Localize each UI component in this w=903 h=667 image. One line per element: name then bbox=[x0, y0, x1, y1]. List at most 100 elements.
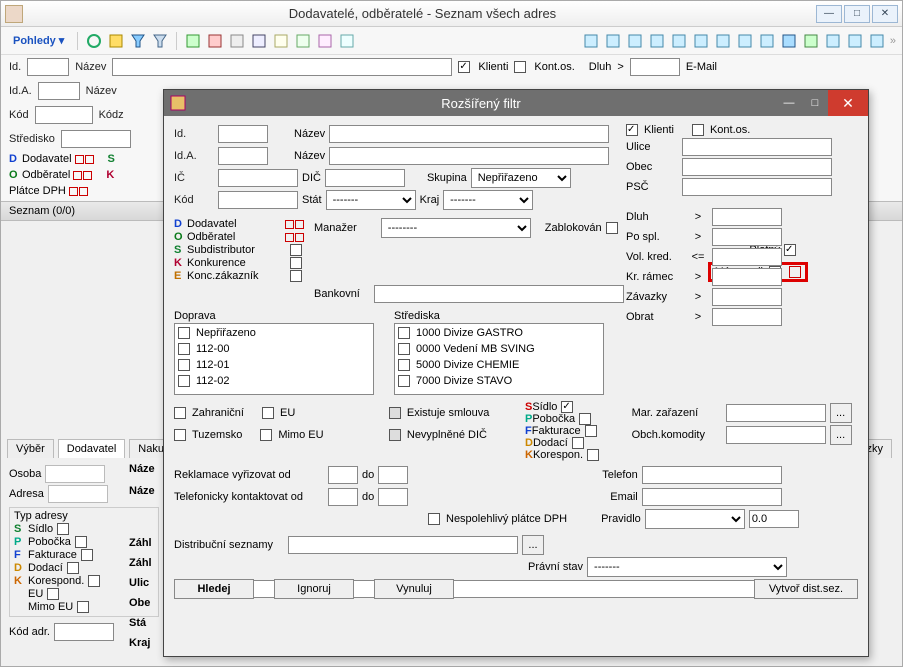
toolbar-right-12[interactable] bbox=[824, 32, 842, 50]
nazev-label: Název bbox=[75, 61, 106, 73]
dlg-ida[interactable] bbox=[218, 147, 268, 165]
toolbar-right-6[interactable] bbox=[692, 32, 710, 50]
btn-vynuluj[interactable]: Vynuluj bbox=[374, 579, 454, 599]
dlg-telefon[interactable] bbox=[642, 466, 782, 484]
list-item: 5000 Divize CHEMIE bbox=[396, 357, 602, 373]
dlg-dic[interactable] bbox=[325, 169, 405, 187]
close-button[interactable]: ✕ bbox=[872, 5, 898, 23]
doprava-list[interactable]: Nepřiřazeno 112-00 112-01 112-02 bbox=[174, 323, 374, 395]
strediska-list[interactable]: 1000 Divize GASTRO 0000 Vedení MB SVING … bbox=[394, 323, 604, 395]
toolbar-icon-12[interactable] bbox=[338, 32, 356, 50]
dlg-pospl[interactable] bbox=[712, 228, 782, 246]
dlg-tel-od[interactable] bbox=[328, 488, 358, 506]
dlg-klienti-chk[interactable] bbox=[626, 124, 638, 136]
distsez-browse[interactable]: ... bbox=[522, 535, 544, 555]
klienti-check[interactable] bbox=[458, 61, 470, 73]
dlg-obchkom[interactable] bbox=[726, 426, 826, 444]
osoba-cell[interactable] bbox=[45, 465, 105, 483]
stredisko-input[interactable] bbox=[61, 130, 131, 148]
dlg-krramec[interactable] bbox=[712, 268, 782, 286]
dlg-skupina[interactable]: Nepřiřazeno bbox=[471, 168, 571, 188]
tab-dodavatel[interactable]: Dodavatel bbox=[58, 439, 126, 458]
dlg-psc[interactable] bbox=[682, 178, 832, 196]
dlg-zablokovan[interactable] bbox=[606, 222, 618, 234]
dlg-kod[interactable] bbox=[218, 191, 298, 209]
toolbar-right-2[interactable] bbox=[604, 32, 622, 50]
id-input[interactable] bbox=[27, 58, 69, 76]
kontos-check[interactable] bbox=[514, 61, 526, 73]
btn-hledej[interactable]: Hledej bbox=[174, 579, 254, 599]
dialog-close[interactable]: ✕ bbox=[828, 90, 868, 116]
tab-vyber[interactable]: Výběr bbox=[7, 439, 54, 458]
dlg-pravidlo[interactable] bbox=[645, 509, 745, 529]
toolbar-icon-5[interactable] bbox=[184, 32, 202, 50]
dlg-stat[interactable]: ------- bbox=[326, 190, 416, 210]
toolbar-right-3[interactable] bbox=[626, 32, 644, 50]
toolbar-right-10[interactable] bbox=[780, 32, 798, 50]
dialog-maximize[interactable]: □ bbox=[802, 90, 828, 116]
toolbar-right-1[interactable] bbox=[582, 32, 600, 50]
dlg-zavazky[interactable] bbox=[712, 288, 782, 306]
toolbar-icon-3[interactable] bbox=[129, 32, 147, 50]
btn-ignoruj[interactable]: Ignoruj bbox=[274, 579, 354, 599]
toolbar-icon-7[interactable] bbox=[228, 32, 246, 50]
dlg-obrat[interactable] bbox=[712, 308, 782, 326]
nazev-input[interactable] bbox=[112, 58, 452, 76]
toolbar-icon-1[interactable] bbox=[85, 32, 103, 50]
obchkom-browse[interactable]: ... bbox=[830, 425, 852, 445]
dialog-minimize[interactable]: — bbox=[776, 90, 802, 116]
main-toolbar: Pohledy▾ » bbox=[1, 27, 902, 55]
marzar-browse[interactable]: ... bbox=[830, 403, 852, 423]
toolbar-right-7[interactable] bbox=[714, 32, 732, 50]
list-item: 0000 Vedení MB SVING bbox=[396, 341, 602, 357]
toolbar-right-11[interactable] bbox=[802, 32, 820, 50]
btn-vytvor[interactable]: Vytvoř dist.sez. bbox=[754, 579, 858, 599]
toolbar-right-8[interactable] bbox=[736, 32, 754, 50]
toolbar-icon-8[interactable] bbox=[250, 32, 268, 50]
dlg-rekl-od[interactable] bbox=[328, 466, 358, 484]
dlg-nazev2[interactable] bbox=[329, 147, 609, 165]
minimize-button[interactable]: — bbox=[816, 5, 842, 23]
dlg-rekl-do[interactable] bbox=[378, 466, 408, 484]
funnel-icon[interactable] bbox=[151, 32, 169, 50]
dlg-nazev[interactable] bbox=[329, 125, 609, 143]
dlg-email[interactable] bbox=[642, 488, 782, 506]
dlg-pravidlo-num[interactable] bbox=[749, 510, 799, 528]
toolbar-right-4[interactable] bbox=[648, 32, 666, 50]
dlg-kraj[interactable]: ------- bbox=[443, 190, 533, 210]
dlg-bankovni[interactable] bbox=[374, 285, 624, 303]
dlg-manazer[interactable]: -------- bbox=[381, 218, 531, 238]
pohledy-menu[interactable]: Pohledy▾ bbox=[7, 34, 70, 47]
list-item: 1000 Divize GASTRO bbox=[396, 325, 602, 341]
list-item: 112-02 bbox=[176, 373, 372, 389]
toolbar-icon-11[interactable] bbox=[316, 32, 334, 50]
dlg-kontos-chk[interactable] bbox=[692, 124, 704, 136]
toolbar-icon-6[interactable] bbox=[206, 32, 224, 50]
dlg-volkred[interactable] bbox=[712, 248, 782, 266]
kodadr-input[interactable] bbox=[54, 623, 114, 641]
dlg-distsez[interactable] bbox=[288, 536, 518, 554]
list-item: 7000 Divize STAVO bbox=[396, 373, 602, 389]
dlg-ulice[interactable] bbox=[682, 138, 832, 156]
toolbar-right-13[interactable] bbox=[846, 32, 864, 50]
dlg-id[interactable] bbox=[218, 125, 268, 143]
maximize-button[interactable]: □ bbox=[844, 5, 870, 23]
dlg-obec[interactable] bbox=[682, 158, 832, 176]
toolbar-right-9[interactable] bbox=[758, 32, 776, 50]
ida-input[interactable] bbox=[38, 82, 80, 100]
dialog-titlebar[interactable]: Rozšířený filtr — □ ✕ bbox=[164, 90, 868, 116]
adresa-cell[interactable] bbox=[48, 485, 108, 503]
toolbar-icon-2[interactable] bbox=[107, 32, 125, 50]
toolbar-icon-9[interactable] bbox=[272, 32, 290, 50]
dlg-ic[interactable] bbox=[218, 169, 298, 187]
kod-input[interactable] bbox=[35, 106, 93, 124]
dluh-input[interactable] bbox=[630, 58, 680, 76]
toolbar-icon-10[interactable] bbox=[294, 32, 312, 50]
dlg-tel-do[interactable] bbox=[378, 488, 408, 506]
main-titlebar: Dodavatelé, odběratelé - Seznam všech ad… bbox=[1, 1, 902, 27]
dlg-dluh[interactable] bbox=[712, 208, 782, 226]
toolbar-right-14[interactable] bbox=[868, 32, 886, 50]
toolbar-right-5[interactable] bbox=[670, 32, 688, 50]
dlg-marzar[interactable] bbox=[726, 404, 826, 422]
dlg-pravnistav[interactable]: ------- bbox=[587, 557, 787, 577]
